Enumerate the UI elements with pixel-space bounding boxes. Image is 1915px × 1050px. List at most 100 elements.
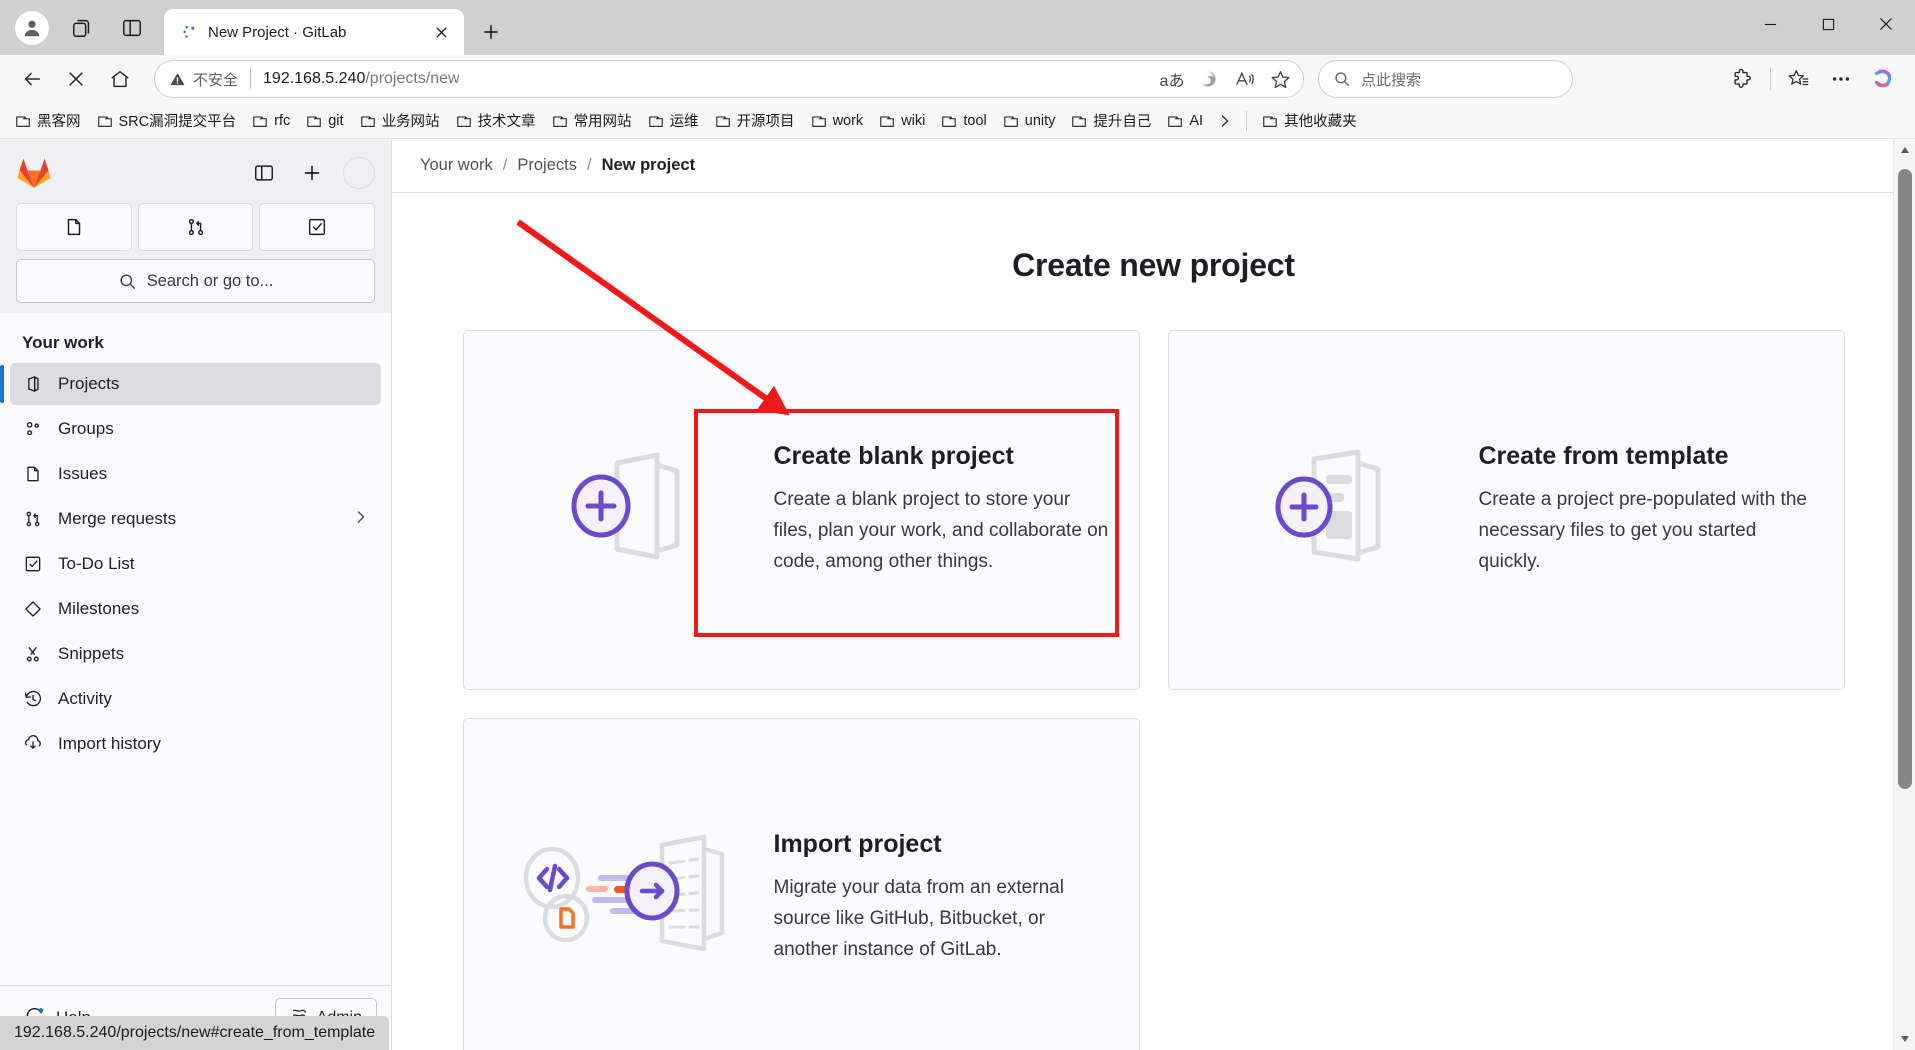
home-button[interactable] [100,59,140,99]
sidebar-item-groups[interactable]: Groups [10,408,381,450]
scrollbar-thumb[interactable] [1897,169,1912,789]
create-from-template-card[interactable]: Create from template Create a project pr… [1167,330,1845,690]
import-icon [22,733,44,755]
bookmark-label: 业务网站 [381,114,440,130]
browser-tab[interactable]: New Project · GitLab [164,9,464,55]
bookmarks-overflow-chevron-icon[interactable] [1212,113,1238,129]
security-warning[interactable]: 不安全 [169,69,238,90]
sidebar-item-import-history[interactable]: Import history [10,723,381,765]
split-screen-icon[interactable] [110,6,154,50]
sidebar-item-snippets[interactable]: Snippets [10,633,381,675]
bookmark-item[interactable]: rfc [245,109,297,133]
address-bar[interactable]: 不安全 192.168.5.240/projects/new aあ [154,60,1304,98]
bookmark-item[interactable]: 技术文章 [449,106,543,135]
other-bookmarks-folder[interactable]: 其他收藏夹 [1255,106,1364,135]
create-new-plus-icon[interactable] [295,156,329,190]
translate-icon[interactable]: aあ [1155,63,1189,95]
folder-icon [552,115,567,127]
extensions-icon[interactable] [1722,59,1762,99]
sidebar-item-to-do-list[interactable]: To-Do List [10,543,381,585]
search-box[interactable]: 点此搜索 [1318,60,1573,98]
bookmark-item[interactable]: 运维 [641,106,706,135]
toolbar-right-actions [1722,59,1903,99]
import-project-card[interactable]: Import project Migrate your data from an… [462,718,1140,1050]
minimize-button[interactable] [1741,0,1799,48]
avatar [15,10,49,45]
sidebar-header-actions [247,156,375,190]
workspaces-icon[interactable] [60,6,104,50]
quick-todo-button[interactable] [259,203,376,251]
close-window-button[interactable] [1857,0,1915,48]
search-icon [1335,72,1350,87]
bookmark-item[interactable]: tool [934,109,993,133]
bookmark-item[interactable]: 业务网站 [353,106,447,135]
folder-icon [880,115,894,127]
sidebar-item-projects[interactable]: Projects [0,363,381,405]
issues-icon [67,218,81,236]
bookmark-item[interactable]: 常用网站 [545,106,639,135]
history-icon [22,688,44,710]
maximize-button[interactable] [1799,0,1857,48]
bookmark-item[interactable]: SRC漏洞提交平台 [90,106,244,135]
edge-refresh-icon[interactable] [1191,63,1225,95]
create-blank-project-card[interactable]: Create blank project Create a blank proj… [462,330,1140,690]
profile-button[interactable] [10,6,54,50]
bookmark-item[interactable]: work [804,109,871,133]
url-text: 192.168.5.240/projects/new [263,70,460,88]
add-favorite-icon[interactable] [1263,63,1297,95]
breadcrumb-current: New project [601,156,696,174]
search-placeholder: 点此搜索 [1361,71,1422,89]
back-button[interactable] [12,59,52,99]
folder-icon [1168,115,1183,127]
sidebar-item-milestones[interactable]: Milestones [10,588,381,630]
scroll-down-arrow-icon[interactable] [1894,1028,1915,1050]
chevron-right-icon[interactable] [353,509,369,530]
scroll-up-arrow-icon[interactable] [1894,139,1915,161]
gitlab-tanuki-logo[interactable] [16,155,52,191]
bookmarks-bar: 黑客网 SRC漏洞提交平台 rfc git 业务网站 技术文章 常用网站 运维 … [0,103,1915,139]
bookmark-item[interactable]: wiki [872,109,932,133]
folder-icon [97,115,112,127]
stop-loading-button[interactable] [56,59,96,99]
window-controls [1741,0,1915,48]
merge-request-icon [22,508,44,530]
milestone-icon [22,598,44,620]
sidebar-item-merge-requests[interactable]: Merge requests [10,498,381,540]
collections-icon[interactable] [1779,59,1819,99]
bookmark-item[interactable]: 开源项目 [708,106,802,135]
bookmark-item[interactable]: unity [996,109,1063,133]
folder-icon [253,115,267,127]
close-tab-icon[interactable] [428,19,454,45]
group-icon [22,418,44,440]
bookmark-label: 开源项目 [736,114,795,130]
scrollbar-track[interactable] [1894,161,1915,1028]
sidebar-item-issues[interactable]: Issues [10,453,381,495]
toggle-sidebar-icon[interactable] [247,156,281,190]
search-input[interactable]: Search or go to... [16,259,375,303]
user-avatar[interactable] [343,157,375,189]
copilot-icon[interactable] [1863,59,1903,99]
url-path: /projects/new [365,70,460,87]
sidebar-nav: Projects Groups Issues Merge requests To… [0,363,391,768]
card-description: Migrate your data from an external sourc… [773,877,1064,960]
bookmark-label: 技术文章 [477,114,536,130]
sidebar-item-label: Snippets [58,644,125,663]
breadcrumb-your-work[interactable]: Your work [420,156,493,175]
bookmark-item[interactable]: git [299,109,350,133]
bookmark-item[interactable]: 提升自己 [1064,106,1158,135]
settings-and-more-icon[interactable] [1821,59,1861,99]
sidebar-item-label: Projects [58,374,120,393]
breadcrumb-projects[interactable]: Projects [517,156,577,175]
new-tab-button[interactable] [472,13,510,51]
sidebar-item-activity[interactable]: Activity [10,678,381,720]
read-aloud-icon[interactable] [1227,63,1261,95]
bookmark-label: git [328,112,344,129]
bookmark-item[interactable]: AI [1160,109,1210,133]
quick-merge-requests-button[interactable] [137,203,254,251]
page-scrollbar[interactable] [1893,139,1915,1050]
bookmark-item[interactable]: 黑客网 [8,106,88,135]
tab-title: New Project · GitLab [208,23,347,41]
project-options-grid: Create blank project Create a blank proj… [419,330,1889,1050]
main-panel: Create new project Create blank project … [392,193,1915,1050]
quick-issues-button[interactable] [16,203,132,251]
